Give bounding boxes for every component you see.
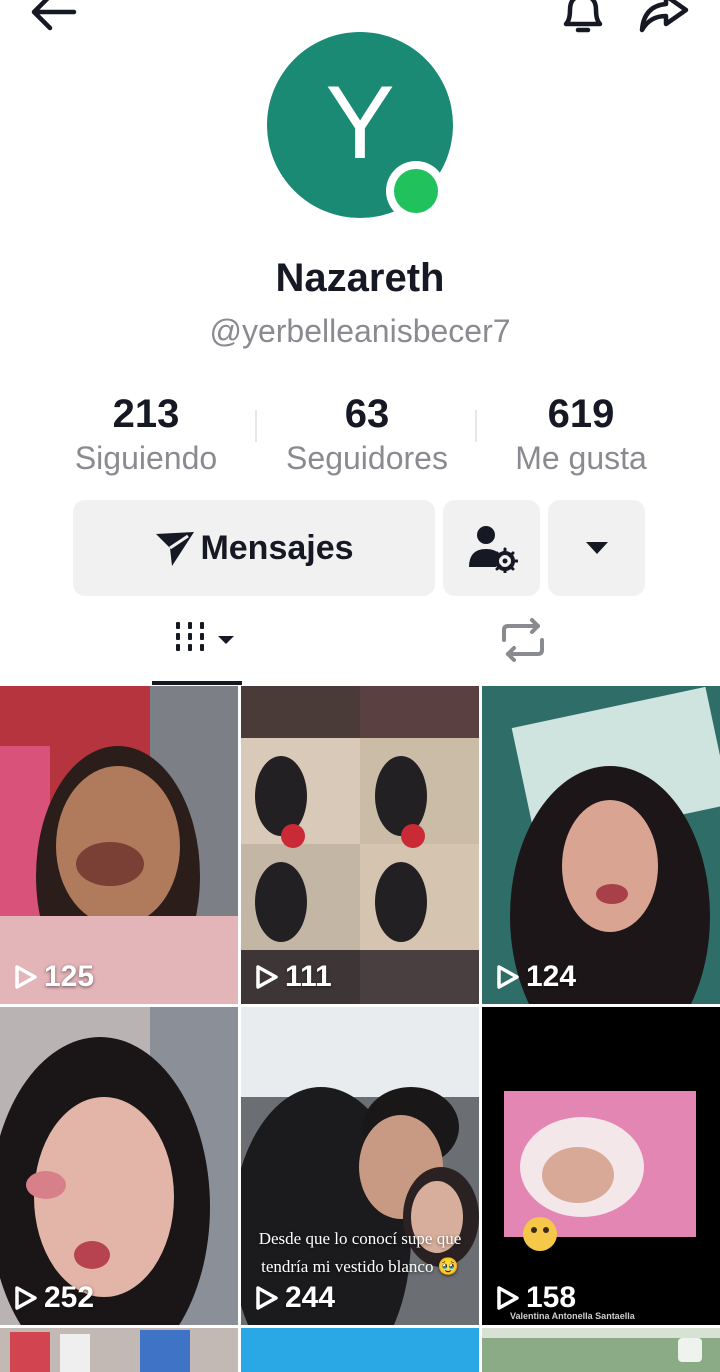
stat-following[interactable]: 213 Siguiendo (56, 390, 236, 478)
view-count: 244 (255, 1281, 335, 1315)
view-count-text: 111 (285, 960, 332, 993)
message-button[interactable]: Mensajes (73, 500, 435, 596)
tab-videos[interactable] (152, 610, 242, 686)
video-thumbnail[interactable]: 111 (241, 686, 479, 1004)
stat-followers-value: 63 (344, 392, 390, 436)
view-count-text: 125 (44, 960, 95, 993)
add-friend-button[interactable] (443, 500, 540, 596)
tab-reposts[interactable] (478, 610, 568, 686)
arrow-left-icon[interactable] (26, 0, 80, 32)
online-status-indicator (386, 161, 446, 221)
play-icon (256, 1286, 278, 1310)
grid-icon (176, 622, 234, 651)
video-thumbnail-image (0, 1328, 238, 1372)
video-thumbnail[interactable]: 124 (482, 686, 720, 1004)
profile-username: @yerbelleanisbecer7 (209, 313, 511, 349)
play-icon (256, 965, 278, 989)
avatar-letter: Y (325, 65, 395, 181)
video-thumbnail-image (0, 1007, 238, 1325)
stat-likes-label: Me gusta (515, 440, 647, 476)
play-icon (497, 1286, 519, 1310)
caret-down-icon (585, 542, 608, 554)
share-icon[interactable] (634, 0, 692, 36)
stat-following-value: 213 (112, 392, 180, 436)
video-thumbnail[interactable]: 125 (0, 686, 238, 1004)
view-count-text: 244 (285, 1281, 336, 1314)
stat-divider (475, 410, 477, 442)
stat-followers[interactable]: 63 Seguidores (272, 390, 462, 478)
video-thumbnail[interactable]: 252 (0, 1007, 238, 1325)
video-thumbnail-image (482, 1007, 720, 1325)
more-options-button[interactable] (548, 500, 645, 596)
video-thumbnail-image (241, 686, 479, 1004)
view-count-text: 252 (44, 1281, 95, 1314)
video-thumbnail[interactable]: Desde que lo conocí supe que tendría mi … (241, 1007, 479, 1325)
view-count-text: 124 (526, 960, 577, 993)
video-thumbnail-image (482, 1328, 720, 1372)
stat-followers-label: Seguidores (286, 440, 448, 476)
repost-icon (502, 618, 544, 662)
profile-tabs (0, 610, 720, 686)
video-thumbnail[interactable] (0, 1328, 238, 1372)
stat-likes[interactable]: 619 Me gusta (496, 390, 666, 478)
view-count-text: 158 (526, 1281, 577, 1314)
video-thumbnail-image (482, 686, 720, 1004)
play-icon (497, 965, 519, 989)
view-count: 158 (496, 1281, 576, 1315)
view-count: 125 (14, 960, 94, 994)
view-count: 252 (14, 1281, 94, 1315)
profile-display-name: Nazareth (275, 256, 445, 300)
view-count: 111 (255, 960, 332, 994)
video-thumbnail[interactable] (482, 1328, 720, 1372)
video-thumbnail-image (0, 686, 238, 1004)
stat-following-label: Siguiendo (74, 440, 218, 476)
person-gear-icon (468, 526, 518, 573)
play-icon (15, 965, 37, 989)
video-thumbnail[interactable]: Valentina Antonella Santaella 158 (482, 1007, 720, 1325)
video-grid: 125 111 124 252 Desde que lo conocí supe… (0, 686, 720, 1372)
stat-likes-value: 619 (547, 392, 615, 436)
profile-stats: 213 Siguiendo 63 Seguidores 619 Me gusta (0, 390, 720, 480)
play-icon (15, 1286, 37, 1310)
video-caption: Desde que lo conocí supe que tendría mi … (258, 1229, 462, 1276)
paper-plane-icon (156, 532, 195, 566)
video-thumbnail[interactable] (241, 1328, 479, 1372)
view-count: 124 (496, 960, 576, 994)
message-button-label: Mensajes (200, 528, 354, 567)
bell-icon[interactable] (556, 0, 610, 36)
stat-divider (255, 410, 257, 442)
active-tab-indicator (152, 681, 242, 685)
